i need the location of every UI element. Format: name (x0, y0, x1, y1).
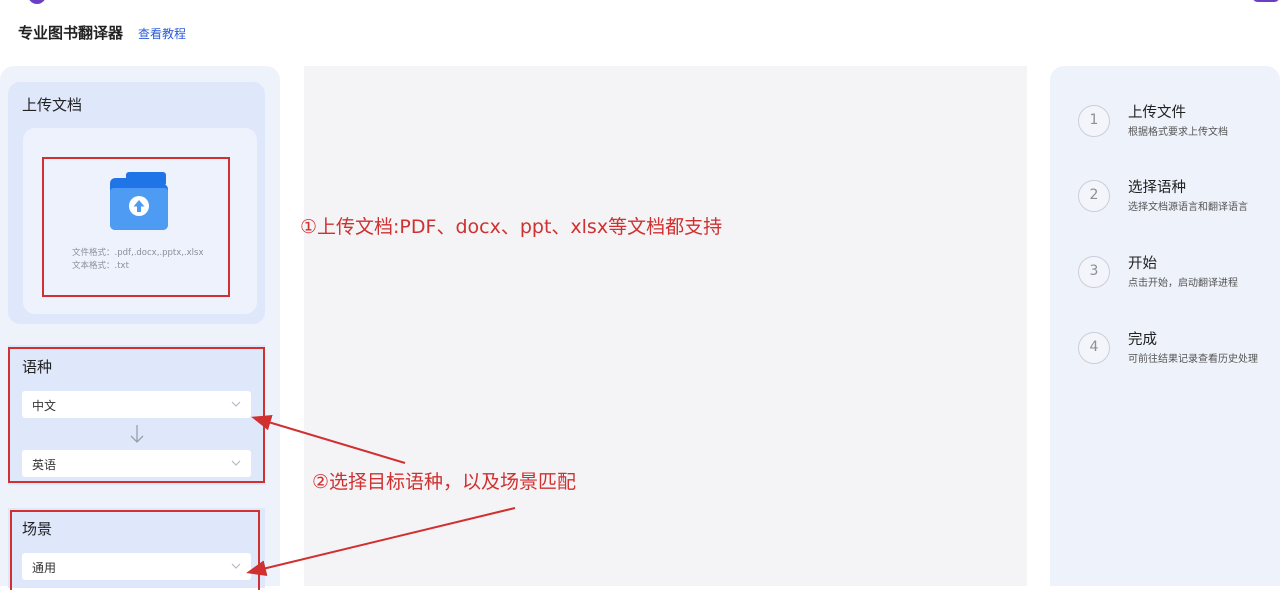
annotation-box-scene (10, 510, 260, 590)
annotation-note-upload: ①上传文档:PDF、docx、ppt、xlsx等文档都支持 (300, 216, 723, 238)
corner-decoration (28, 0, 46, 4)
step-title-3: 开始 (1128, 256, 1157, 272)
annotation-note-language: ②选择目标语种，以及场景匹配 (312, 471, 577, 493)
step-number-3: 3 (1078, 256, 1110, 288)
step-title-1: 上传文件 (1128, 105, 1186, 121)
annotation-box-language (8, 347, 265, 483)
step-title-2: 选择语种 (1128, 180, 1186, 196)
annotation-box-upload (42, 157, 230, 297)
top-bar: 专业图书翻译器 查看教程 (0, 0, 1280, 66)
step-number-4: 4 (1078, 332, 1110, 364)
step-desc-2: 选择文档源语言和翻译语言 (1128, 202, 1248, 213)
step-desc-1: 根据格式要求上传文档 (1128, 127, 1228, 138)
corner-decoration-right (1252, 0, 1280, 2)
step-desc-4: 可前往结果记录查看历史处理 (1128, 354, 1258, 365)
steps-panel (1050, 66, 1280, 586)
preview-area (304, 66, 1027, 586)
app-title: 专业图书翻译器 (18, 24, 124, 42)
step-number-1: 1 (1078, 105, 1110, 137)
tutorial-link[interactable]: 查看教程 (138, 25, 186, 42)
step-title-4: 完成 (1128, 332, 1157, 348)
step-desc-3: 点击开始，启动翻译进程 (1128, 278, 1238, 289)
step-number-2: 2 (1078, 180, 1110, 212)
upload-heading: 上传文档 (22, 96, 83, 114)
